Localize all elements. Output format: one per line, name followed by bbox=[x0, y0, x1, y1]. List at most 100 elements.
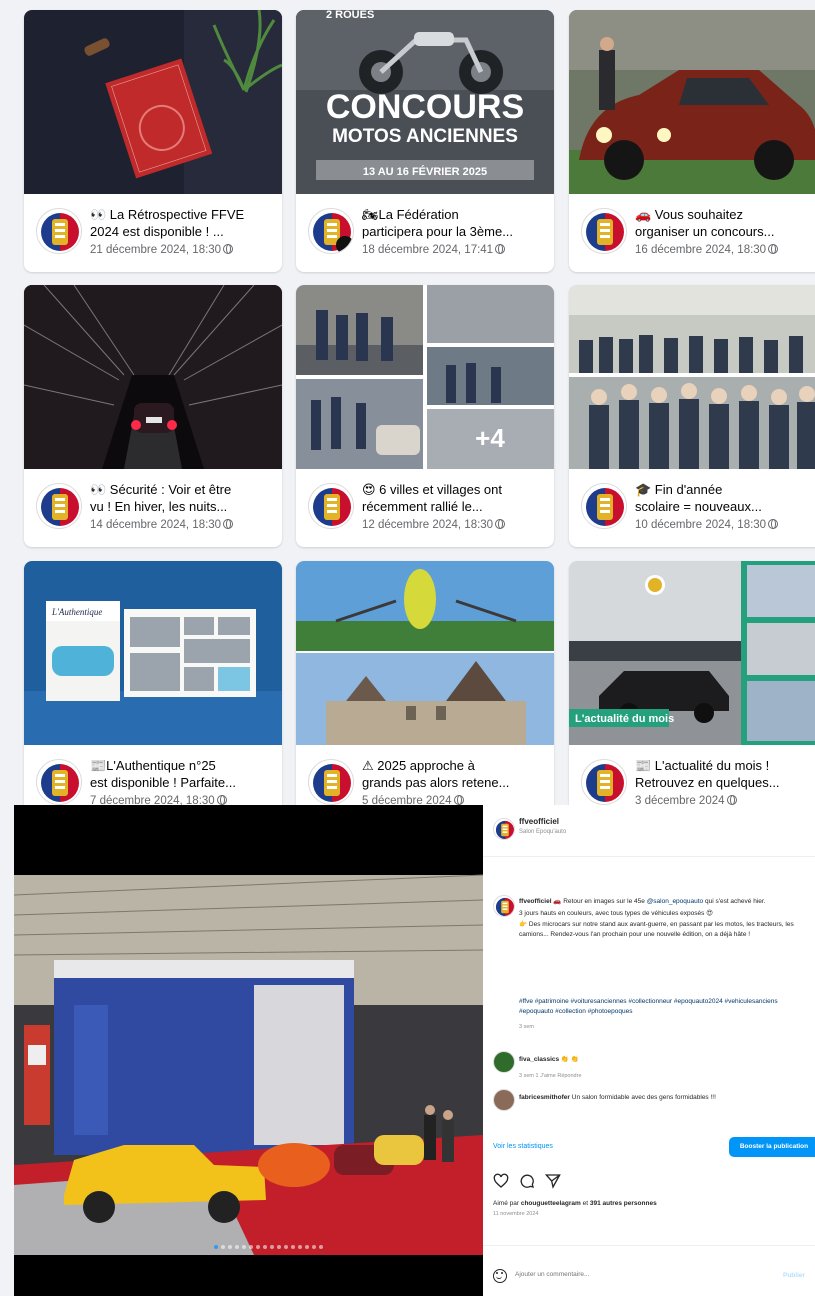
post-time-ago: 3 sem bbox=[519, 1024, 534, 1030]
post-date[interactable]: 21 décembre 2024, 18:30 bbox=[90, 242, 278, 258]
post-caption[interactable]: 📰L'Authentique n°25 est disponible ! Par… bbox=[90, 757, 278, 809]
globe-icon bbox=[495, 244, 506, 254]
thumb-line0: 2 ROUES bbox=[326, 10, 374, 21]
post-thumbnail[interactable] bbox=[569, 10, 815, 194]
caption-line-1: 👀 Sécurité : Voir et être bbox=[90, 482, 232, 497]
page-avatar[interactable] bbox=[581, 483, 627, 529]
page-avatar[interactable] bbox=[36, 483, 82, 529]
page-avatar[interactable] bbox=[36, 208, 82, 254]
commenter-username[interactable]: fiva_classics bbox=[519, 1056, 559, 1063]
post-card[interactable]: L'Authentique 📰L'Authentique n°25 est di… bbox=[24, 561, 282, 823]
caption-username[interactable]: ffveofficiel bbox=[519, 898, 552, 905]
caption-line-1: 😍 6 villes et villages ont bbox=[362, 482, 503, 497]
post-date[interactable]: 12 décembre 2024, 18:30 bbox=[362, 517, 550, 533]
post-card[interactable]: L'actualité du mois 📰 L'actualité du moi… bbox=[569, 561, 815, 823]
post-caption[interactable]: 📰 L'actualité du mois ! Retrouvez en que… bbox=[635, 757, 815, 809]
thumb-subtitle: MOTOS ANCIENNES bbox=[332, 126, 518, 147]
emoji-icon[interactable] bbox=[493, 1269, 507, 1283]
post-caption[interactable]: 🏍La Fédération participera pour la 3ème.… bbox=[362, 206, 550, 258]
page-avatar[interactable] bbox=[581, 759, 627, 805]
caption-line-2: scolaire = nouveaux... bbox=[635, 499, 762, 514]
caption-line-1: 🎓 Fin d'année bbox=[635, 482, 723, 497]
post-caption[interactable]: 🚗 Vous souhaitez organiser un concours..… bbox=[635, 206, 815, 258]
globe-icon bbox=[495, 519, 506, 529]
post-thumbnail[interactable]: +4 bbox=[296, 285, 554, 469]
caption-avatar[interactable] bbox=[493, 895, 515, 917]
post-thumbnail[interactable]: L'Authentique bbox=[24, 561, 282, 745]
thumb-banner: L'actualité du mois bbox=[575, 713, 674, 725]
post-thumbnail[interactable]: L'actualité du mois bbox=[569, 561, 815, 745]
caption-line-2: est disponible ! Parfaite... bbox=[90, 775, 236, 790]
post-thumbnail[interactable] bbox=[569, 285, 815, 469]
caption-line-2: 2024 est disponible ! ... bbox=[90, 224, 224, 239]
instagram-post-modal: ffveofficiel Salon Epoqu'auto ffveoffici… bbox=[14, 805, 815, 1296]
comment-input[interactable] bbox=[515, 1271, 715, 1278]
post-thumbnail[interactable] bbox=[24, 285, 282, 469]
page-avatar[interactable] bbox=[36, 759, 82, 805]
page-avatar[interactable] bbox=[308, 483, 354, 529]
post-card[interactable]: 👀 Sécurité : Voir et être vu ! En hiver,… bbox=[24, 285, 282, 547]
post-date[interactable]: 14 décembre 2024, 18:30 bbox=[90, 517, 278, 533]
page-avatar[interactable] bbox=[581, 208, 627, 254]
carousel-dots[interactable] bbox=[214, 1245, 323, 1249]
post-actions bbox=[493, 1173, 561, 1189]
post-caption[interactable]: 👀 La Rétrospective FFVE 2024 est disponi… bbox=[90, 206, 278, 258]
likes-summary[interactable]: Aimé par chouguetteelagram et 391 autres… bbox=[493, 1200, 657, 1207]
globe-icon bbox=[216, 795, 227, 805]
globe-icon bbox=[223, 244, 234, 254]
mention-link[interactable]: @salon_epoquauto bbox=[647, 898, 703, 905]
caption-line-1: 📰 L'actualité du mois ! bbox=[635, 758, 770, 773]
post-caption: ffveofficiel 🚗 Retour en images sur le 4… bbox=[519, 897, 809, 941]
commenter-avatar[interactable] bbox=[493, 1089, 515, 1111]
commenter-avatar[interactable] bbox=[493, 1051, 515, 1073]
commenter-username[interactable]: fabricesmithofer bbox=[519, 1094, 570, 1101]
profile-avatar[interactable] bbox=[493, 818, 515, 840]
post-caption[interactable]: ⚠ 2025 approche à grands pas alors reten… bbox=[362, 757, 550, 809]
globe-icon bbox=[223, 519, 234, 529]
caption-line: 3 jours hauts en couleurs, avec tous typ… bbox=[519, 909, 713, 917]
thumb-title: CONCOURS bbox=[326, 88, 524, 126]
post-thumbnail[interactable] bbox=[296, 561, 554, 745]
caption-line-2: grands pas alors retene... bbox=[362, 775, 510, 790]
caption-line-1: 👀 La Rétrospective FFVE bbox=[90, 207, 245, 222]
post-card[interactable]: ⚠ 2025 approche à grands pas alors reten… bbox=[296, 561, 554, 823]
post-header: ffveofficiel Salon Epoqu'auto bbox=[483, 805, 815, 857]
profile-username[interactable]: ffveofficiel bbox=[519, 817, 559, 826]
post-thumbnail[interactable]: 2 ROUES CONCOURS MOTOS ANCIENNES 13 AU 1… bbox=[296, 10, 554, 194]
post-body: ffveofficiel 🚗 Retour en images sur le 4… bbox=[483, 861, 815, 1161]
post-photo[interactable] bbox=[14, 805, 483, 1296]
page-avatar[interactable] bbox=[308, 208, 354, 254]
globe-icon bbox=[768, 519, 779, 529]
globe-icon bbox=[768, 244, 779, 254]
post-card[interactable]: 🎓 Fin d'année scolaire = nouveaux... 10 … bbox=[569, 285, 815, 547]
boost-post-button[interactable]: Booster la publication bbox=[729, 1137, 815, 1157]
view-stats-link[interactable]: Voir les statistiques bbox=[493, 1143, 553, 1150]
add-comment-bar: Publier bbox=[483, 1245, 815, 1296]
post-date[interactable]: 18 décembre 2024, 17:41 bbox=[362, 242, 550, 258]
caption-line-2: récemment rallié le... bbox=[362, 499, 483, 514]
caption-line-1: 🚗 Vous souhaitez bbox=[635, 207, 743, 222]
page-avatar[interactable] bbox=[308, 759, 354, 805]
post-card[interactable]: +4 😍 6 villes et villages ont récemment … bbox=[296, 285, 554, 547]
thumb-dates: 13 AU 16 FÉVRIER 2025 bbox=[363, 165, 487, 178]
post-date[interactable]: 16 décembre 2024, 18:30 bbox=[635, 242, 815, 258]
globe-icon bbox=[726, 795, 737, 805]
caption-line-1: 📰L'Authentique n°25 bbox=[90, 758, 216, 773]
post-location[interactable]: Salon Epoqu'auto bbox=[519, 829, 566, 835]
post-thumbnail[interactable] bbox=[24, 10, 282, 194]
post-card[interactable]: 🚗 Vous souhaitez organiser un concours..… bbox=[569, 10, 815, 272]
caption-line-1: ⚠ 2025 approche à bbox=[362, 758, 475, 773]
post-caption[interactable]: 🎓 Fin d'année scolaire = nouveaux... 10 … bbox=[635, 481, 815, 533]
comment-icon[interactable] bbox=[519, 1173, 535, 1189]
heart-icon[interactable] bbox=[493, 1173, 509, 1189]
post-caption[interactable]: 😍 6 villes et villages ont récemment ral… bbox=[362, 481, 550, 533]
share-icon[interactable] bbox=[545, 1173, 561, 1189]
post-card[interactable]: 👀 La Rétrospective FFVE 2024 est disponi… bbox=[24, 10, 282, 272]
more-photos-count: +4 bbox=[475, 423, 505, 453]
post-card[interactable]: 2 ROUES CONCOURS MOTOS ANCIENNES 13 AU 1… bbox=[296, 10, 554, 272]
comment-meta[interactable]: 3 sem 1 J'aime Répondre bbox=[519, 1073, 582, 1079]
post-date[interactable]: 10 décembre 2024, 18:30 bbox=[635, 517, 815, 533]
publish-button[interactable]: Publier bbox=[783, 1272, 805, 1279]
post-caption[interactable]: 👀 Sécurité : Voir et être vu ! En hiver,… bbox=[90, 481, 278, 533]
hashtags[interactable]: #ffve #patrimoine #voituresanciennes #co… bbox=[519, 997, 809, 1016]
